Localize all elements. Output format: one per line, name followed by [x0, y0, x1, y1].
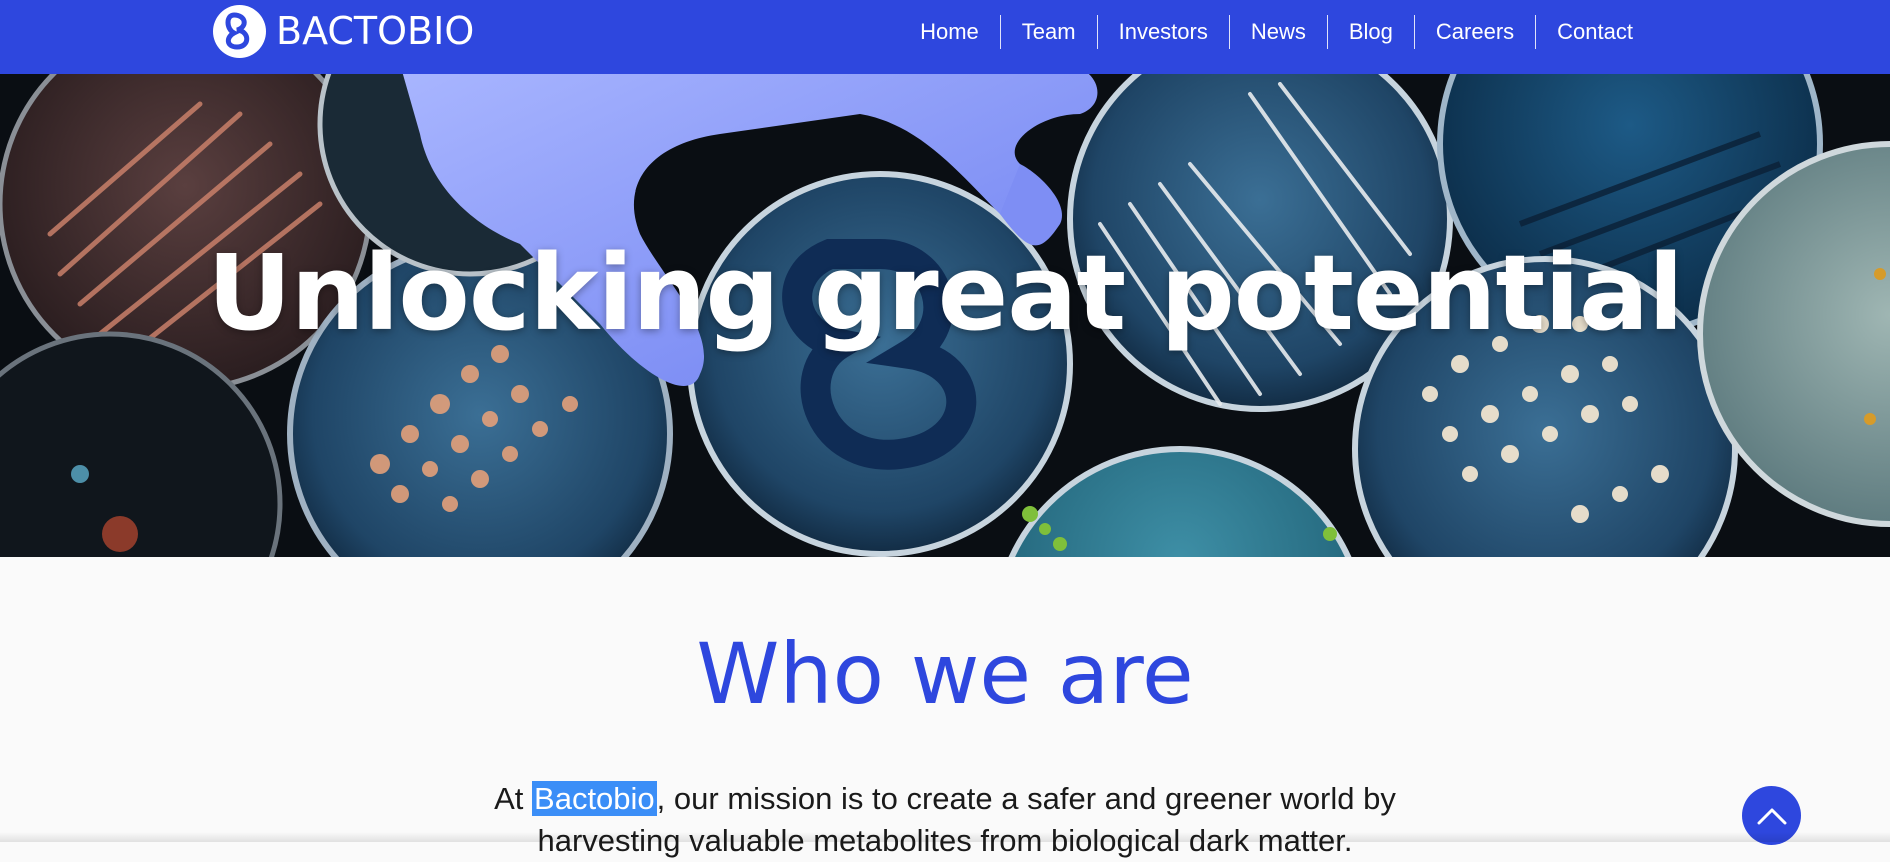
- mission-prefix: At: [494, 781, 533, 816]
- nav-item-blog[interactable]: Blog: [1328, 15, 1414, 49]
- site-header: BACTOBIO Home Team Investors News Blog C…: [0, 0, 1890, 74]
- logo-link[interactable]: BACTOBIO: [213, 4, 474, 58]
- mission-text: , our mission is to create a safer and g…: [537, 781, 1396, 858]
- main-nav: Home Team Investors News Blog Careers Co…: [899, 14, 1654, 50]
- nav-item-news[interactable]: News: [1230, 15, 1327, 49]
- nav-item-home[interactable]: Home: [899, 15, 1000, 49]
- nav-item-contact[interactable]: Contact: [1536, 15, 1654, 49]
- chevron-up-icon: [1757, 808, 1786, 824]
- hero-banner: Unlocking great potential: [0, 74, 1890, 557]
- bactobio-logo-icon: [213, 4, 266, 58]
- mission-statement: At Bactobio, our mission is to create a …: [480, 778, 1410, 862]
- brand-name: BACTOBIO: [276, 9, 475, 53]
- nav-item-investors[interactable]: Investors: [1098, 15, 1229, 49]
- highlighted-text: Bactobio: [532, 781, 657, 816]
- hero-title: Unlocking great potential: [207, 232, 1683, 354]
- nav-item-careers[interactable]: Careers: [1415, 15, 1535, 49]
- nav-item-team[interactable]: Team: [1001, 15, 1097, 49]
- section-title-who-we-are: Who we are: [696, 625, 1194, 723]
- page-fold-shadow: [0, 832, 1890, 842]
